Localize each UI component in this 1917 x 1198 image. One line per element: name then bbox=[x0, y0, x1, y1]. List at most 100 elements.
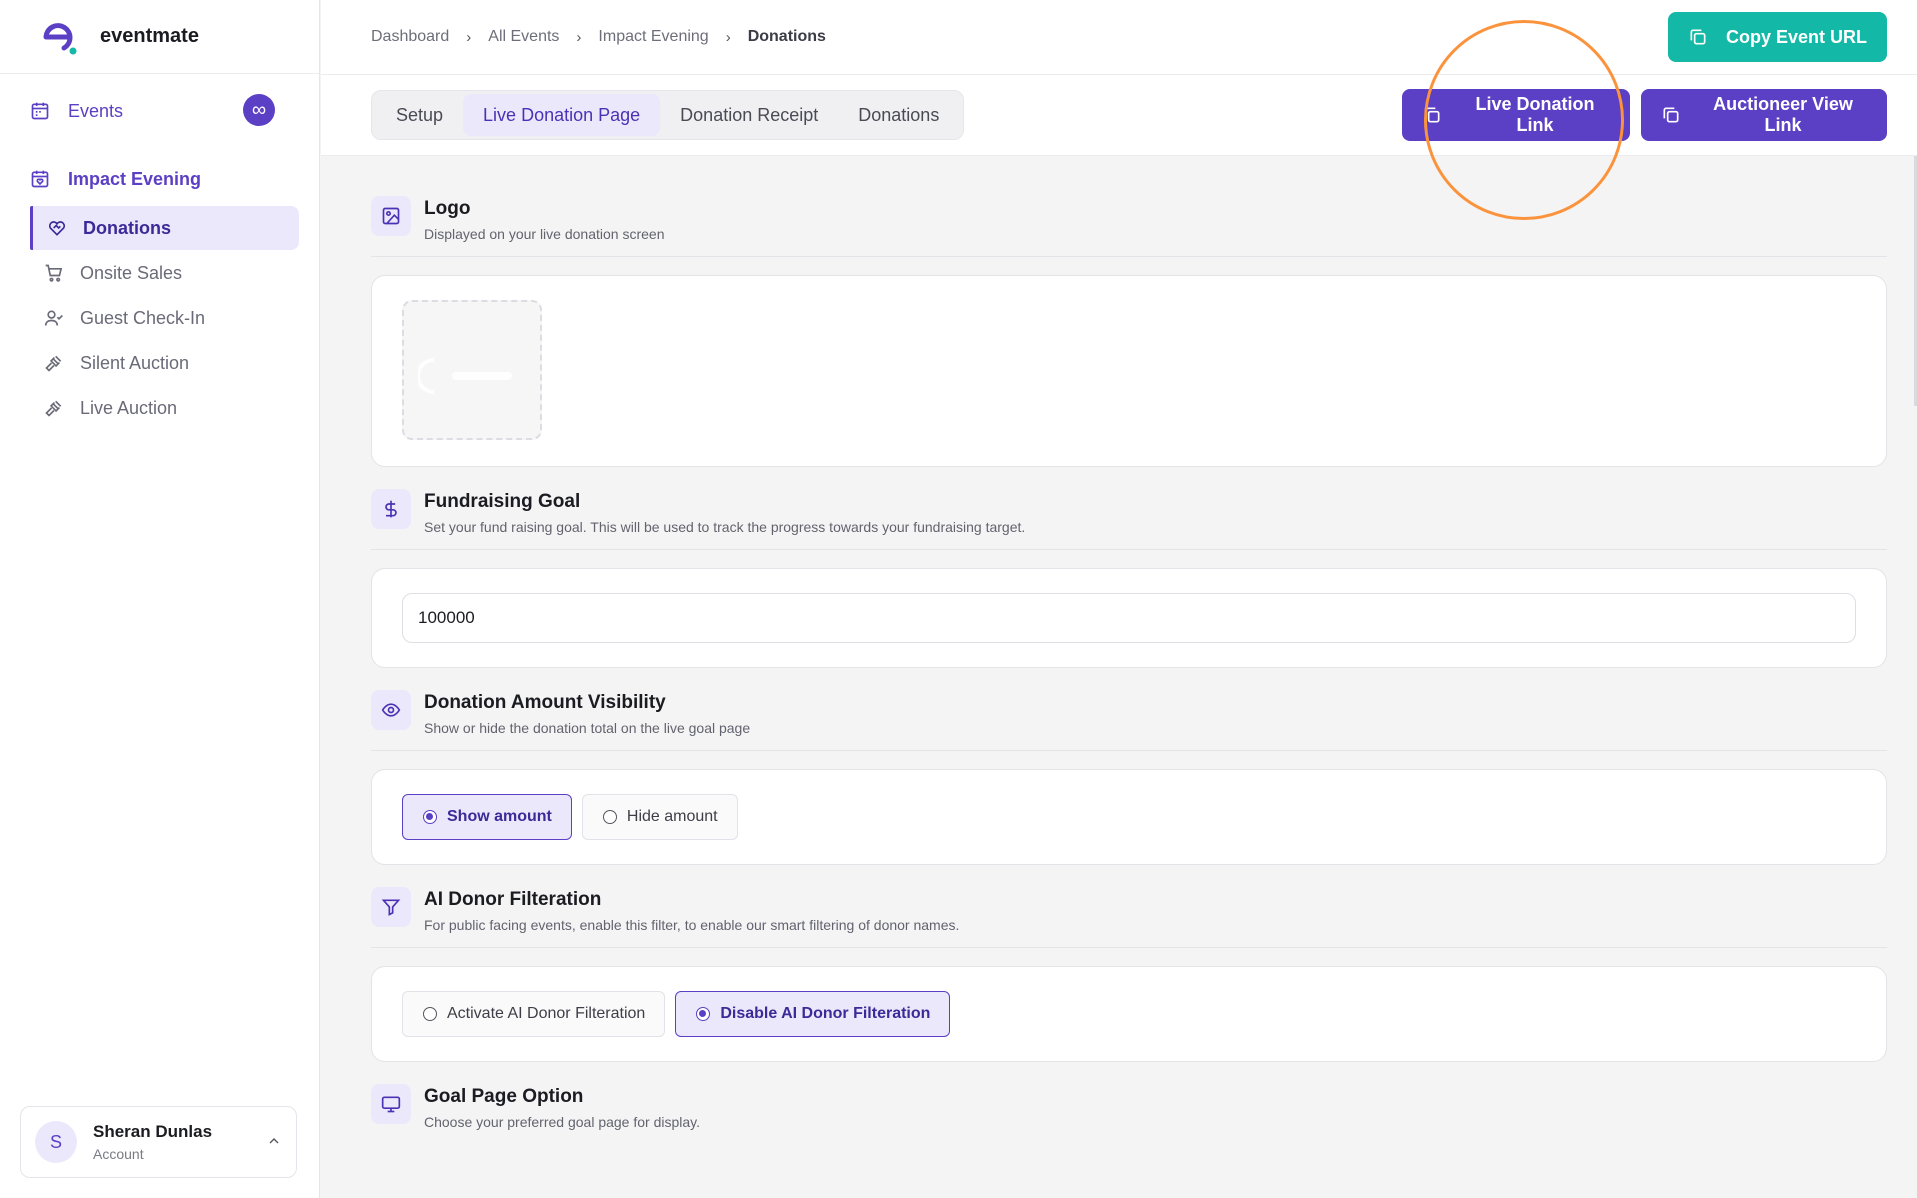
tab-live-donation-page[interactable]: Live Donation Page bbox=[463, 94, 661, 136]
hide-amount-option[interactable]: Hide amount bbox=[581, 794, 738, 840]
breadcrumb-impact-evening[interactable]: Impact Evening bbox=[598, 28, 708, 46]
radio-selected bbox=[423, 810, 437, 824]
option-label: Hide amount bbox=[626, 808, 718, 825]
logo-upload-dropzone[interactable] bbox=[402, 300, 542, 440]
sidebar-group-label: Impact Evening bbox=[68, 168, 202, 189]
copy-event-url-label: Copy Event URL bbox=[1725, 26, 1867, 47]
tab-setup[interactable]: Setup bbox=[376, 94, 463, 136]
heart-handshake-icon bbox=[47, 218, 67, 238]
logo-card bbox=[371, 275, 1887, 467]
account-role: Account bbox=[93, 1146, 144, 1162]
fundraising-goal-section: Fundraising Goal Set your fund raising g… bbox=[371, 489, 1887, 668]
breadcrumb-all-events[interactable]: All Events bbox=[488, 28, 559, 46]
section-title: Donation Amount Visibility bbox=[424, 692, 666, 713]
sidebar-item-donations[interactable]: Donations bbox=[30, 206, 299, 250]
filter-icon bbox=[371, 887, 411, 927]
gavel-icon bbox=[44, 353, 64, 373]
chevron-up-icon[interactable] bbox=[266, 1133, 282, 1154]
live-donation-link-button[interactable]: Live Donation Link bbox=[1402, 89, 1630, 141]
sidebar-item-silent-auction[interactable]: Silent Auction bbox=[30, 341, 299, 385]
section-description: Displayed on your live donation screen bbox=[424, 226, 665, 242]
option-label: Activate AI Donor Filteration bbox=[447, 1005, 646, 1022]
sidebar-item-label: Silent Auction bbox=[80, 352, 190, 373]
breadcrumb-current: Donations bbox=[747, 28, 826, 45]
chevron-right-icon: › bbox=[576, 28, 582, 46]
section-description: For public facing events, enable this fi… bbox=[424, 917, 960, 933]
gavel-icon bbox=[44, 398, 64, 418]
eventmate-logo-icon bbox=[40, 17, 80, 57]
section-header: Logo Displayed on your live donation scr… bbox=[371, 196, 1887, 257]
ai-filter-card: Activate AI Donor Filteration Disable AI… bbox=[371, 966, 1887, 1062]
copy-event-url-button[interactable]: Copy Event URL bbox=[1667, 12, 1887, 62]
activate-ai-filter-option[interactable]: Activate AI Donor Filteration bbox=[402, 991, 666, 1037]
show-amount-option[interactable]: Show amount bbox=[402, 794, 572, 840]
sidebar-item-label: Guest Check-In bbox=[80, 307, 206, 328]
visibility-card: Show amount Hide amount bbox=[371, 769, 1887, 865]
monitor-icon bbox=[371, 1084, 411, 1124]
section-title: Fundraising Goal bbox=[424, 491, 581, 512]
option-label: Disable AI Donor Filteration bbox=[720, 1005, 931, 1022]
main-content: Logo Displayed on your live donation scr… bbox=[371, 156, 1887, 1144]
radio-selected bbox=[696, 1007, 711, 1021]
sidebar-group-impact-evening[interactable]: Impact Evening bbox=[30, 162, 299, 196]
tab-row: Setup Live Donation Page Donation Receip… bbox=[321, 75, 1917, 156]
sidebar-item-label: Donations bbox=[83, 217, 171, 238]
sidebar-item-label: Onsite Sales bbox=[80, 262, 183, 283]
section-description: Show or hide the donation total on the l… bbox=[424, 720, 751, 736]
eye-icon bbox=[371, 690, 411, 730]
logo-preview-icon bbox=[416, 354, 528, 398]
image-icon bbox=[371, 196, 411, 236]
section-header: Fundraising Goal Set your fund raising g… bbox=[371, 489, 1887, 550]
fundraising-goal-card bbox=[371, 568, 1887, 668]
copy-icon bbox=[1661, 105, 1681, 125]
section-title: AI Donor Filteration bbox=[424, 889, 602, 910]
brand-name: eventmate bbox=[100, 25, 199, 47]
tab-bar: Setup Live Donation Page Donation Receip… bbox=[371, 90, 965, 140]
radio-unselected bbox=[423, 1007, 437, 1021]
sidebar-item-events[interactable]: Events ∞ bbox=[30, 92, 289, 130]
section-title: Logo bbox=[424, 198, 471, 219]
section-description: Choose your preferred goal page for disp… bbox=[424, 1114, 701, 1130]
account-menu[interactable]: S Sheran Dunlas Account bbox=[20, 1106, 297, 1178]
avatar: S bbox=[35, 1121, 77, 1163]
breadcrumb-dashboard[interactable]: Dashboard bbox=[371, 28, 449, 46]
disable-ai-filter-option[interactable]: Disable AI Donor Filteration bbox=[675, 991, 951, 1037]
sidebar-item-label: Events bbox=[68, 100, 124, 121]
auctioneer-view-link-label: Auctioneer View Link bbox=[1713, 94, 1853, 135]
copy-icon bbox=[1688, 27, 1708, 47]
tab-donations[interactable]: Donations bbox=[838, 94, 959, 136]
chevron-right-icon: › bbox=[466, 28, 472, 46]
cart-icon bbox=[44, 263, 64, 283]
section-header: Donation Amount Visibility Show or hide … bbox=[371, 690, 1887, 751]
copy-icon bbox=[1422, 105, 1442, 125]
brand[interactable]: eventmate bbox=[0, 0, 319, 74]
logo-section: Logo Displayed on your live donation scr… bbox=[371, 196, 1887, 467]
radio-unselected bbox=[602, 810, 617, 824]
sidebar-item-live-auction[interactable]: Live Auction bbox=[30, 386, 299, 430]
sidebar: eventmate Events ∞ Impact Evening Donati… bbox=[0, 0, 320, 1198]
ai-donor-filter-section: AI Donor Filteration For public facing e… bbox=[371, 887, 1887, 1062]
section-header: AI Donor Filteration For public facing e… bbox=[371, 887, 1887, 948]
calendar-icon bbox=[30, 101, 50, 121]
auctioneer-view-link-button[interactable]: Auctioneer View Link bbox=[1641, 89, 1887, 141]
goal-page-option-section: Goal Page Option Choose your preferred g… bbox=[371, 1084, 1887, 1144]
sidebar-item-onsite-sales[interactable]: Onsite Sales bbox=[30, 251, 299, 295]
calendar-heart-icon bbox=[30, 169, 50, 189]
account-name: Sheran Dunlas bbox=[93, 1122, 213, 1141]
infinity-icon[interactable]: ∞ bbox=[243, 94, 275, 126]
user-check-icon bbox=[44, 308, 64, 328]
breadcrumb: Dashboard › All Events › Impact Evening … bbox=[371, 28, 826, 46]
fundraising-goal-input[interactable] bbox=[402, 593, 1856, 643]
sidebar-item-guest-check-in[interactable]: Guest Check-In bbox=[30, 296, 299, 340]
tab-donation-receipt[interactable]: Donation Receipt bbox=[660, 94, 838, 136]
section-description: Set your fund raising goal. This will be… bbox=[424, 519, 1026, 535]
section-header: Goal Page Option Choose your preferred g… bbox=[371, 1084, 1887, 1144]
section-title: Goal Page Option bbox=[424, 1086, 584, 1107]
dollar-icon bbox=[371, 489, 411, 529]
chevron-right-icon: › bbox=[725, 28, 731, 46]
sidebar-item-label: Live Auction bbox=[80, 397, 178, 418]
topbar: Dashboard › All Events › Impact Evening … bbox=[321, 0, 1917, 75]
live-donation-link-label: Live Donation Link bbox=[1475, 94, 1595, 135]
event-nav-group: Impact Evening Donations Onsite Sales Gu… bbox=[30, 162, 299, 431]
donation-visibility-section: Donation Amount Visibility Show or hide … bbox=[371, 690, 1887, 865]
